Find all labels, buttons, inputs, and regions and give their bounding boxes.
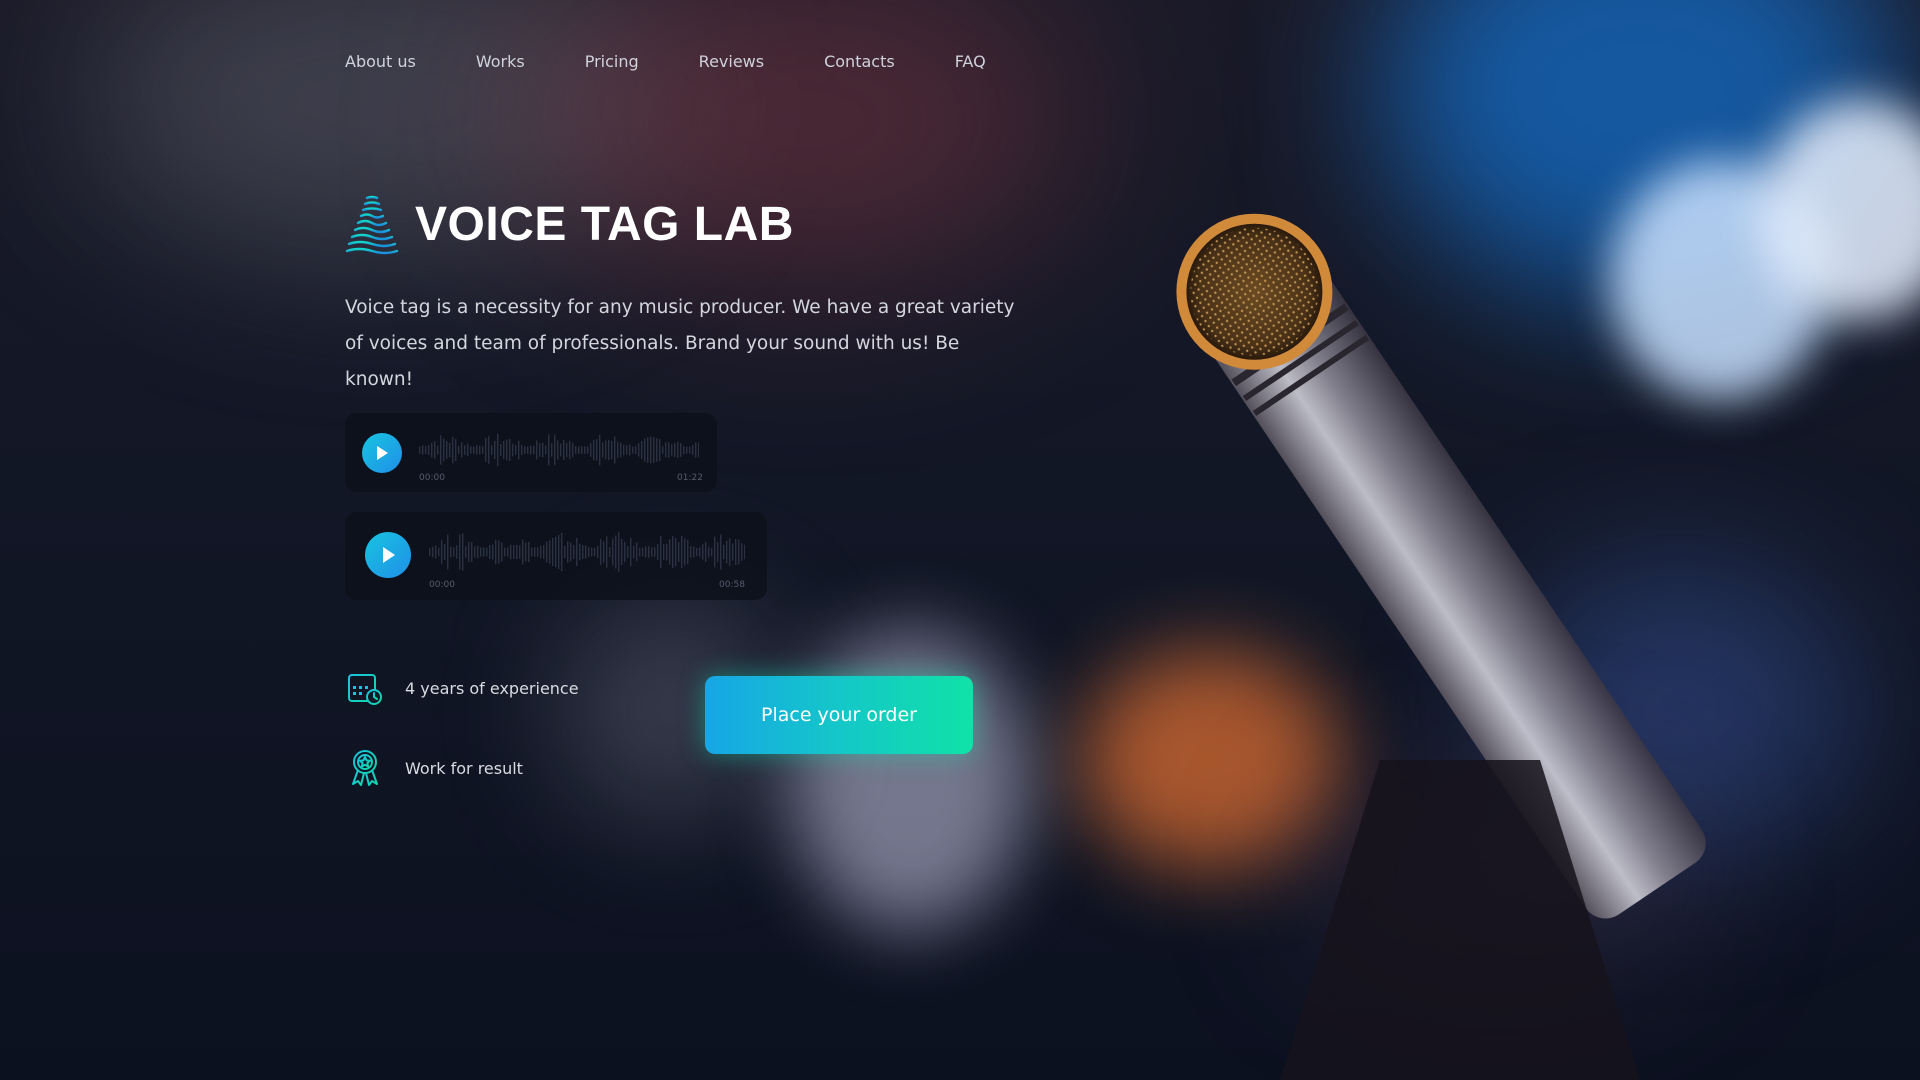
current-time: 00:00 bbox=[419, 473, 445, 483]
nav-reviews[interactable]: Reviews bbox=[699, 52, 764, 71]
page-title: VOICE TAG LAB bbox=[415, 197, 794, 251]
feature-result: Work for result bbox=[345, 748, 523, 788]
nav-faq[interactable]: FAQ bbox=[955, 52, 986, 71]
audio-player: 00:00 01:22 bbox=[345, 413, 717, 492]
nav-contacts[interactable]: Contacts bbox=[824, 52, 895, 71]
nav-pricing[interactable]: Pricing bbox=[585, 52, 639, 71]
main-nav: About us Works Pricing Reviews Contacts … bbox=[345, 52, 1046, 71]
calendar-clock-icon bbox=[348, 671, 382, 705]
play-button[interactable] bbox=[362, 433, 402, 473]
nav-about-us[interactable]: About us bbox=[345, 52, 416, 71]
tagline: Voice tag is a necessity for any music p… bbox=[345, 297, 1015, 390]
feature-experience: 4 years of experience bbox=[345, 668, 579, 708]
duration: 00:58 bbox=[719, 580, 745, 590]
place-order-button[interactable]: Place your order bbox=[705, 676, 973, 754]
play-button[interactable] bbox=[365, 532, 411, 578]
current-time: 00:00 bbox=[429, 580, 455, 590]
brand: VOICE TAG LAB bbox=[345, 192, 794, 256]
background bbox=[0, 0, 1920, 1080]
waveform[interactable] bbox=[419, 433, 699, 467]
duration: 01:22 bbox=[677, 473, 703, 483]
feature-label: Work for result bbox=[405, 758, 523, 778]
audio-player: 00:00 00:58 bbox=[345, 512, 767, 600]
microphone-image bbox=[1176, 213, 1706, 1080]
award-ribbon-icon bbox=[352, 750, 378, 786]
waveform[interactable] bbox=[429, 532, 745, 572]
play-icon bbox=[383, 547, 395, 563]
play-icon bbox=[377, 446, 388, 460]
feature-label: 4 years of experience bbox=[405, 678, 579, 698]
sound-wave-icon bbox=[345, 195, 399, 255]
nav-works[interactable]: Works bbox=[476, 52, 525, 71]
